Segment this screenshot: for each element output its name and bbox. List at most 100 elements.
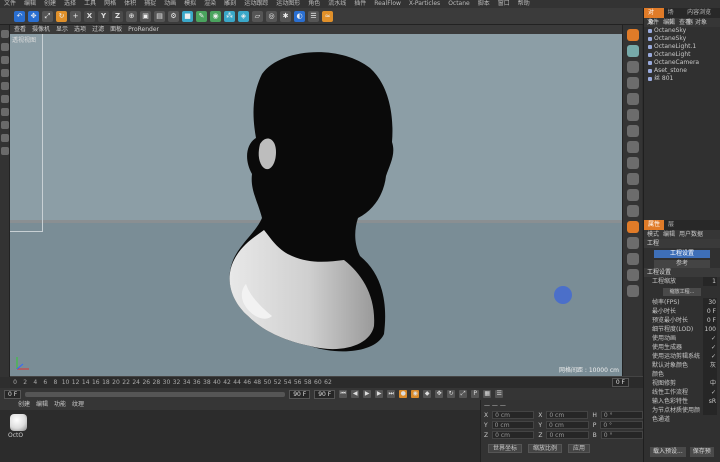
material-menu-item[interactable]: 功能 xyxy=(54,400,66,410)
y-axis-toggle[interactable]: Y xyxy=(98,10,109,22)
workplane-icon[interactable] xyxy=(1,69,9,77)
extrude-icon[interactable] xyxy=(627,189,639,201)
bridge-icon[interactable] xyxy=(627,205,639,217)
rotation-key-icon[interactable]: ↻ xyxy=(447,390,456,398)
attribute-value[interactable]: 100 xyxy=(703,325,717,334)
end-frame-field[interactable]: 90 F xyxy=(289,389,311,399)
material-menu-item[interactable]: 编辑 xyxy=(36,400,48,410)
menu-item[interactable]: X-Particles xyxy=(409,0,440,8)
octane-settings-icon[interactable]: ☰ xyxy=(308,10,319,22)
snap-icon[interactable] xyxy=(1,134,9,142)
menu-item[interactable]: 插件 xyxy=(354,0,366,8)
project-settings-tab[interactable]: 工程设置 xyxy=(654,250,710,258)
nurbs-icon[interactable]: ◉ xyxy=(210,10,221,22)
save-preset-button[interactable]: 保存预 xyxy=(689,447,714,457)
smooth-icon[interactable] xyxy=(627,141,639,153)
menu-item[interactable]: 运动跟踪 xyxy=(244,0,268,8)
timeline-ruler[interactable]: 0 2 4 6 8 10 12 14 16 18 20 22 24 26 28 30 32 34 36 38 40 42 4… xyxy=(10,376,643,388)
render-picture-icon[interactable]: ▤ xyxy=(154,10,165,22)
viewport-menu-item[interactable]: ProRender xyxy=(128,25,159,34)
attribute-value[interactable]: ✓ xyxy=(703,352,717,361)
perspective-viewport[interactable]: 透视视图 网格间距 : 10000 cm xyxy=(10,34,622,376)
render-view-icon[interactable]: ▣ xyxy=(140,10,151,22)
attribute-value[interactable]: ✓ xyxy=(703,343,717,352)
attribute-value[interactable]: 中 xyxy=(703,379,717,388)
tag-icon[interactable] xyxy=(627,61,639,73)
object-menu-item[interactable]: 查看 xyxy=(679,18,691,27)
reference-tab[interactable]: 参考 xyxy=(654,260,710,268)
lock-workplane-icon[interactable] xyxy=(1,147,9,155)
menu-item[interactable]: 网格 xyxy=(104,0,116,8)
menu-item[interactable]: RealFlow xyxy=(374,0,401,8)
attribute-value[interactable] xyxy=(703,370,717,379)
pla-key-icon[interactable]: ▦ xyxy=(483,390,492,398)
menu-item[interactable]: 脚本 xyxy=(478,0,490,8)
array-icon[interactable]: ⁂ xyxy=(224,10,235,22)
attribute-value[interactable]: sR xyxy=(703,397,717,406)
coordinate-system-icon[interactable]: ⊕ xyxy=(126,10,137,22)
coord-field[interactable]: 0 cm xyxy=(546,431,589,439)
frame-range-slider[interactable] xyxy=(25,391,286,397)
menu-item[interactable]: 流水线 xyxy=(328,0,346,8)
rotate-tool-icon[interactable]: ↻ xyxy=(56,10,67,22)
attribute-tab[interactable]: 属性 xyxy=(644,220,665,230)
render-region-icon[interactable] xyxy=(627,237,639,249)
menu-item[interactable]: 选择 xyxy=(64,0,76,8)
next-key-icon[interactable]: ▶ xyxy=(375,390,384,398)
scale-dropdown[interactable]: 缩放比例 xyxy=(528,444,563,453)
menu-item[interactable]: 文件 xyxy=(4,0,16,8)
sculpt-icon[interactable] xyxy=(627,125,639,137)
material-thumbnail[interactable] xyxy=(10,414,27,431)
polygons-mode-icon[interactable] xyxy=(1,108,9,116)
start-frame-field[interactable]: 0 F xyxy=(4,389,22,399)
world-coords-dropdown[interactable]: 世界坐标 xyxy=(488,444,523,453)
coord-field[interactable]: 0 cm xyxy=(546,411,589,419)
object-menu-item[interactable]: 对象 xyxy=(695,18,707,27)
z-axis-toggle[interactable]: Z xyxy=(112,10,123,22)
attribute-menu-item[interactable]: 模式 xyxy=(647,230,659,239)
viewport-menu-item[interactable]: 显示 xyxy=(56,25,68,34)
attribute-value[interactable]: 0 F xyxy=(703,316,717,325)
menu-item[interactable]: 雕刻 xyxy=(224,0,236,8)
go-start-icon[interactable]: ⏮ xyxy=(339,390,348,398)
menu-item[interactable]: Octane xyxy=(448,0,470,8)
cube-icon[interactable]: ■ xyxy=(182,10,193,22)
coord-field[interactable]: 0 cm xyxy=(492,431,535,439)
object-list-item[interactable]: OctaneCamera xyxy=(644,59,720,67)
keyframe-icon[interactable]: ◆ xyxy=(423,390,432,398)
material-name[interactable]: OctO xyxy=(8,432,23,439)
menu-item[interactable]: 动画 xyxy=(164,0,176,8)
coord-field[interactable]: 0 cm xyxy=(491,421,535,429)
knife-icon[interactable] xyxy=(627,109,639,121)
coord-field[interactable]: 0 ° xyxy=(600,421,643,429)
scale-tool-icon[interactable]: ⤢ xyxy=(42,10,53,22)
attribute-value[interactable]: 0 F xyxy=(703,307,717,316)
play-icon[interactable]: ▶ xyxy=(363,390,372,398)
sphere-icon[interactable] xyxy=(627,253,639,265)
viewport-menu-item[interactable]: 摄像机 xyxy=(32,25,50,34)
move-tool-icon[interactable]: ✥ xyxy=(28,10,39,22)
scale-project-button[interactable]: 缩放工程... xyxy=(663,288,701,296)
object-menu-item[interactable]: 文件 xyxy=(647,18,659,27)
attribute-value[interactable]: ✓ xyxy=(703,334,717,343)
axis-mode-icon[interactable] xyxy=(1,121,9,129)
menu-item[interactable]: 工具 xyxy=(84,0,96,8)
attribute-value[interactable]: ✓ xyxy=(703,388,717,397)
menu-item[interactable]: 窗口 xyxy=(498,0,510,8)
menu-item[interactable]: 体积 xyxy=(124,0,136,8)
object-list-item[interactable]: 丝 801 xyxy=(644,75,720,83)
attribute-menu-item[interactable]: 用户数据 xyxy=(679,230,703,239)
load-preset-button[interactable]: 载入预设... xyxy=(650,447,686,457)
render-settings-icon[interactable]: ⚙ xyxy=(168,10,179,22)
hair-icon[interactable] xyxy=(627,77,639,89)
param-key-icon[interactable]: P xyxy=(471,390,480,398)
x-axis-toggle[interactable]: X xyxy=(84,10,95,22)
apply-button[interactable]: 应用 xyxy=(568,444,591,453)
material-icon[interactable] xyxy=(627,221,639,233)
coord-field[interactable]: 0 cm xyxy=(492,411,535,419)
max-frame-field[interactable]: 90 F xyxy=(314,389,336,399)
octane-icon[interactable] xyxy=(627,29,639,41)
octane-live-icon[interactable]: ◐ xyxy=(294,10,305,22)
object-list-item[interactable]: OctaneSky xyxy=(644,35,720,43)
menu-item[interactable]: 角色 xyxy=(308,0,320,8)
